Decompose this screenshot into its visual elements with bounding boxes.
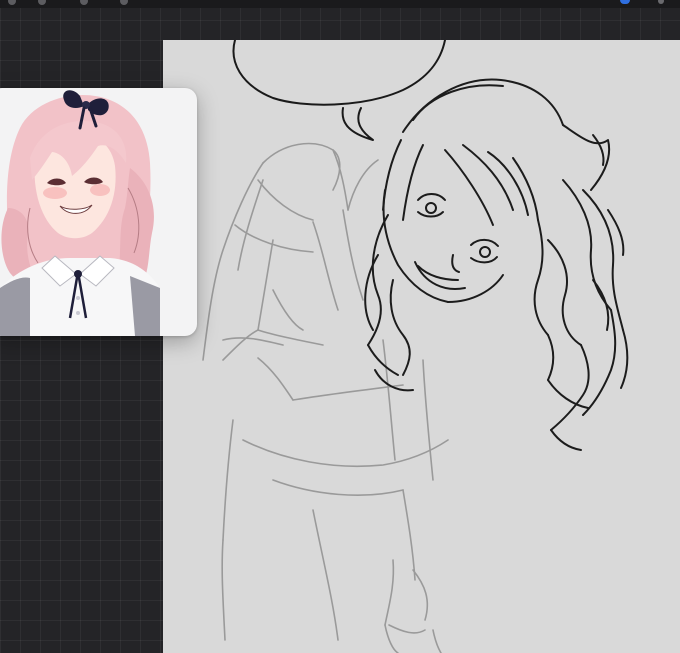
procreate-workspace [0,0,680,653]
actions-icon[interactable] [38,0,46,5]
speech-bubble [232,40,446,106]
drawing-canvas[interactable] [163,40,680,653]
sketch-drawing [202,40,629,653]
adjustments-icon[interactable] [80,0,88,5]
selection-icon[interactable] [120,0,128,5]
rough-body-sketch [202,142,449,653]
reference-window[interactable] [0,88,197,336]
top-toolbar [0,0,680,8]
color-icon[interactable] [620,0,630,4]
reference-image [0,90,160,336]
menu-handle-icon[interactable] [658,0,664,4]
gallery-icon[interactable] [8,0,16,5]
speech-bubble-tail [341,107,374,141]
character-lineart [364,78,629,451]
